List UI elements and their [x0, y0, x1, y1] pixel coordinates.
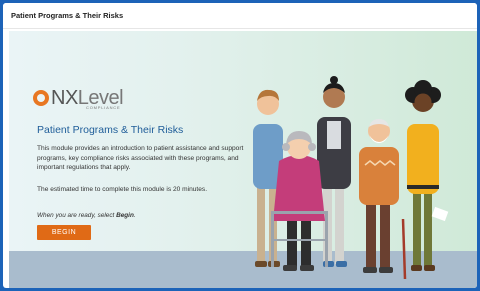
patients-illustration [253, 76, 449, 280]
ready-action: Begin [116, 212, 134, 219]
person-man-dark-shirt [317, 76, 351, 267]
logo-tagline: COMPLIANCE [86, 105, 121, 110]
logo-mark-icon [33, 90, 49, 106]
window-titlebar: Patient Programs & Their Risks [3, 3, 477, 29]
module-intro-panel: NXLevel COMPLIANCE Patient Programs & Th… [9, 31, 477, 288]
time-estimate: The estimated time to complete this modu… [37, 186, 208, 193]
person-woman-yellow [405, 80, 449, 271]
window-title: Patient Programs & Their Risks [11, 11, 124, 20]
ready-suffix: . [133, 212, 136, 219]
logo-prefix: NX [51, 87, 78, 109]
ready-instruction: When you are ready, select Begin. [37, 212, 136, 219]
module-window: Patient Programs & Their Risks NXLevel C… [3, 3, 477, 288]
module-description: This module provides an introduction to … [37, 145, 244, 172]
module-title: Patient Programs & Their Risks [37, 124, 184, 136]
begin-button[interactable]: BEGIN [37, 225, 91, 240]
person-older-man-orange [359, 119, 407, 280]
ready-prefix: When you are ready, select [37, 212, 117, 219]
